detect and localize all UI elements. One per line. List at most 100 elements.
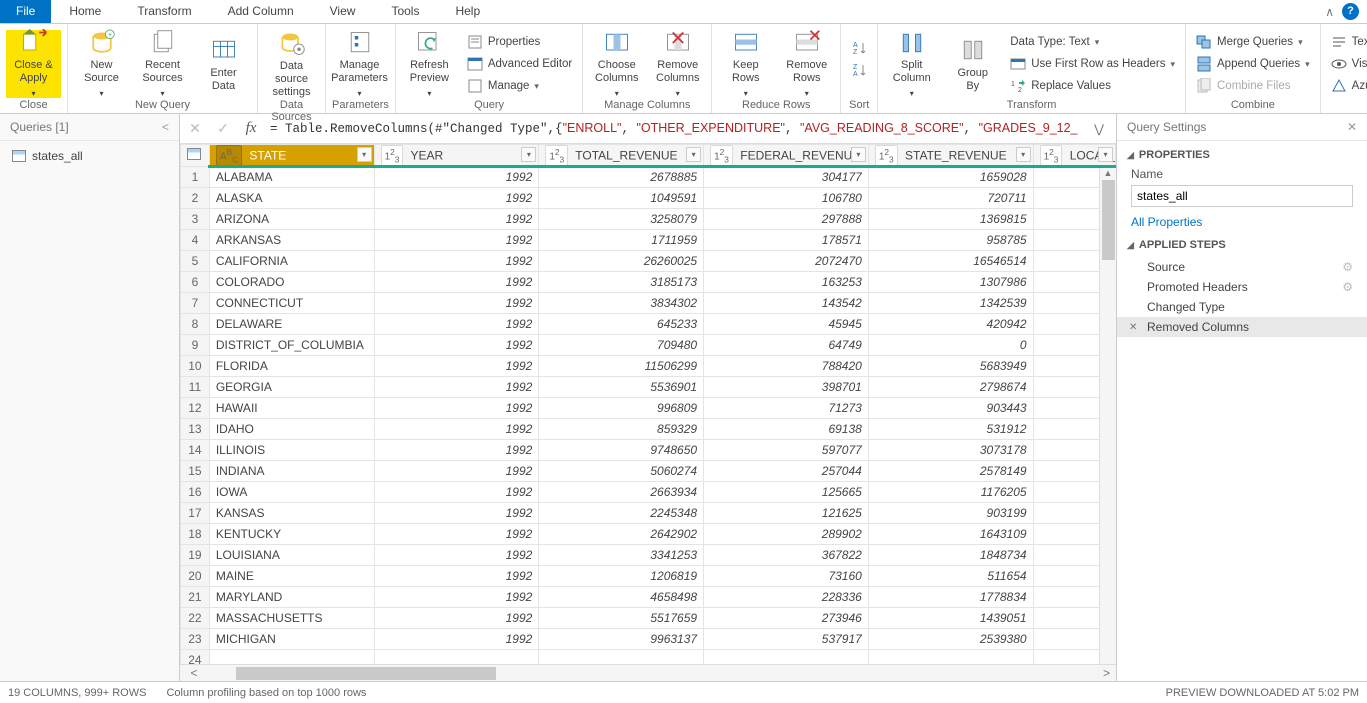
grid-cell[interactable]: 1992 [374, 587, 539, 608]
grid-cell[interactable]: 531912 [868, 419, 1033, 440]
column-header[interactable]: ABC STATE▾ [209, 145, 374, 167]
grid-cell[interactable]: 3073178 [868, 440, 1033, 461]
row-number[interactable]: 11 [181, 377, 210, 398]
tab-file[interactable]: File [0, 0, 51, 23]
grid-cell[interactable]: 720711 [868, 188, 1033, 209]
grid-cell[interactable]: 257044 [704, 461, 869, 482]
append-queries-button[interactable]: Append Queries [1192, 54, 1314, 74]
grid-cell[interactable]: 1369815 [868, 209, 1033, 230]
grid-cell[interactable]: 143542 [704, 293, 869, 314]
row-number[interactable]: 18 [181, 524, 210, 545]
applied-step[interactable]: Changed Type [1117, 297, 1367, 317]
grid-cell[interactable]: 1992 [374, 482, 539, 503]
grid-cell[interactable]: ALABAMA [209, 167, 374, 188]
grid-cell[interactable]: 228336 [704, 587, 869, 608]
applied-steps-header[interactable]: APPLIED STEPS [1117, 231, 1367, 255]
tab-view[interactable]: View [312, 0, 374, 23]
data-source-settings-button[interactable]: Data source settings [264, 30, 319, 98]
grid-cell[interactable]: 1992 [374, 545, 539, 566]
grid-cell[interactable]: 1992 [374, 419, 539, 440]
row-number[interactable]: 12 [181, 398, 210, 419]
grid-cell[interactable]: IDAHO [209, 419, 374, 440]
grid-cell[interactable]: 1992 [374, 503, 539, 524]
grid-cell[interactable]: 125665 [704, 482, 869, 503]
row-number[interactable]: 10 [181, 356, 210, 377]
grid-cell[interactable]: 2539380 [868, 629, 1033, 650]
grid-cell[interactable]: DELAWARE [209, 314, 374, 335]
grid-cell[interactable]: 1992 [374, 524, 539, 545]
grid-cell[interactable]: 304177 [704, 167, 869, 188]
help-icon[interactable]: ? [1342, 3, 1359, 20]
row-number[interactable]: 22 [181, 608, 210, 629]
formula-expand-icon[interactable]: ⋁ [1088, 122, 1110, 136]
row-number[interactable]: 9 [181, 335, 210, 356]
grid-cell[interactable]: CONNECTICUT [209, 293, 374, 314]
applied-step[interactable]: Promoted Headers⚙ [1117, 277, 1367, 297]
grid-cell[interactable]: LOUISIANA [209, 545, 374, 566]
grid-cell[interactable]: 1992 [374, 440, 539, 461]
close-settings-icon[interactable]: ✕ [1347, 120, 1357, 134]
grid-cell[interactable]: 645233 [539, 314, 704, 335]
grid-cell[interactable]: 64749 [704, 335, 869, 356]
gear-icon[interactable]: ⚙ [1342, 280, 1353, 294]
grid-cell[interactable]: 1992 [374, 293, 539, 314]
grid-cell[interactable] [374, 650, 539, 664]
row-number[interactable]: 14 [181, 440, 210, 461]
row-number[interactable]: 15 [181, 461, 210, 482]
applied-step[interactable]: Source⚙ [1117, 257, 1367, 277]
grid-cell[interactable]: 71273 [704, 398, 869, 419]
grid-cell[interactable]: 903443 [868, 398, 1033, 419]
grid-cell[interactable]: 73160 [704, 566, 869, 587]
grid-cell[interactable]: 709480 [539, 335, 704, 356]
grid-cell[interactable]: 1778834 [868, 587, 1033, 608]
grid-cell[interactable]: 1992 [374, 377, 539, 398]
column-header[interactable]: 123 YEAR▾ [374, 145, 539, 167]
choose-columns-button[interactable]: Choose Columns▾ [589, 30, 644, 98]
grid-cell[interactable]: 1439051 [868, 608, 1033, 629]
row-number[interactable]: 5 [181, 251, 210, 272]
grid-cell[interactable]: 106780 [704, 188, 869, 209]
grid-cell[interactable]: 1992 [374, 335, 539, 356]
properties-button[interactable]: Properties [463, 32, 576, 52]
grid-cell[interactable]: 3834302 [539, 293, 704, 314]
grid-cell[interactable]: 1711959 [539, 230, 704, 251]
row-number[interactable]: 1 [181, 167, 210, 188]
grid-cell[interactable]: CALIFORNIA [209, 251, 374, 272]
vertical-scrollbar[interactable]: ▲ [1099, 168, 1116, 664]
grid-cell[interactable]: 1992 [374, 167, 539, 188]
vision-button[interactable]: Vision [1327, 54, 1367, 74]
grid-cell[interactable]: 0 [868, 335, 1033, 356]
grid-cell[interactable]: 178571 [704, 230, 869, 251]
new-source-button[interactable]: +New Source▾ [74, 30, 129, 98]
grid-cell[interactable]: 788420 [704, 356, 869, 377]
row-number[interactable]: 17 [181, 503, 210, 524]
row-number[interactable]: 3 [181, 209, 210, 230]
grid-cell[interactable]: HAWAII [209, 398, 374, 419]
horizontal-scrollbar[interactable]: < > [180, 664, 1116, 681]
text-analytics-button[interactable]: Text Analytics [1327, 32, 1367, 52]
grid-cell[interactable]: 121625 [704, 503, 869, 524]
grid-cell[interactable]: 2245348 [539, 503, 704, 524]
grid-cell[interactable]: 289902 [704, 524, 869, 545]
grid-cell[interactable]: 5536901 [539, 377, 704, 398]
grid-cell[interactable]: 2642902 [539, 524, 704, 545]
replace-values-button[interactable]: 12Replace Values [1006, 76, 1179, 96]
grid-cell[interactable]: 2678885 [539, 167, 704, 188]
gear-icon[interactable]: ⚙ [1342, 260, 1353, 274]
grid-cell[interactable]: 297888 [704, 209, 869, 230]
grid-cell[interactable]: 2663934 [539, 482, 704, 503]
column-header[interactable]: 123 STATE_REVENUE▾ [868, 145, 1033, 167]
remove-columns-button[interactable]: Remove Columns▾ [650, 30, 705, 98]
grid-cell[interactable]: 1992 [374, 566, 539, 587]
grid-cell[interactable] [704, 650, 869, 664]
sort-asc-button[interactable]: AZ [847, 38, 871, 58]
recent-sources-button[interactable]: Recent Sources▾ [135, 30, 190, 98]
grid-cell[interactable]: 1992 [374, 608, 539, 629]
grid-cell[interactable]: COLORADO [209, 272, 374, 293]
grid-cell[interactable]: 1659028 [868, 167, 1033, 188]
row-number[interactable]: 24 [181, 650, 210, 664]
grid-corner[interactable] [181, 145, 210, 167]
column-header[interactable]: 123 TOTAL_REVENUE▾ [539, 145, 704, 167]
group-by-button[interactable]: Group By [945, 30, 1000, 98]
row-number[interactable]: 6 [181, 272, 210, 293]
